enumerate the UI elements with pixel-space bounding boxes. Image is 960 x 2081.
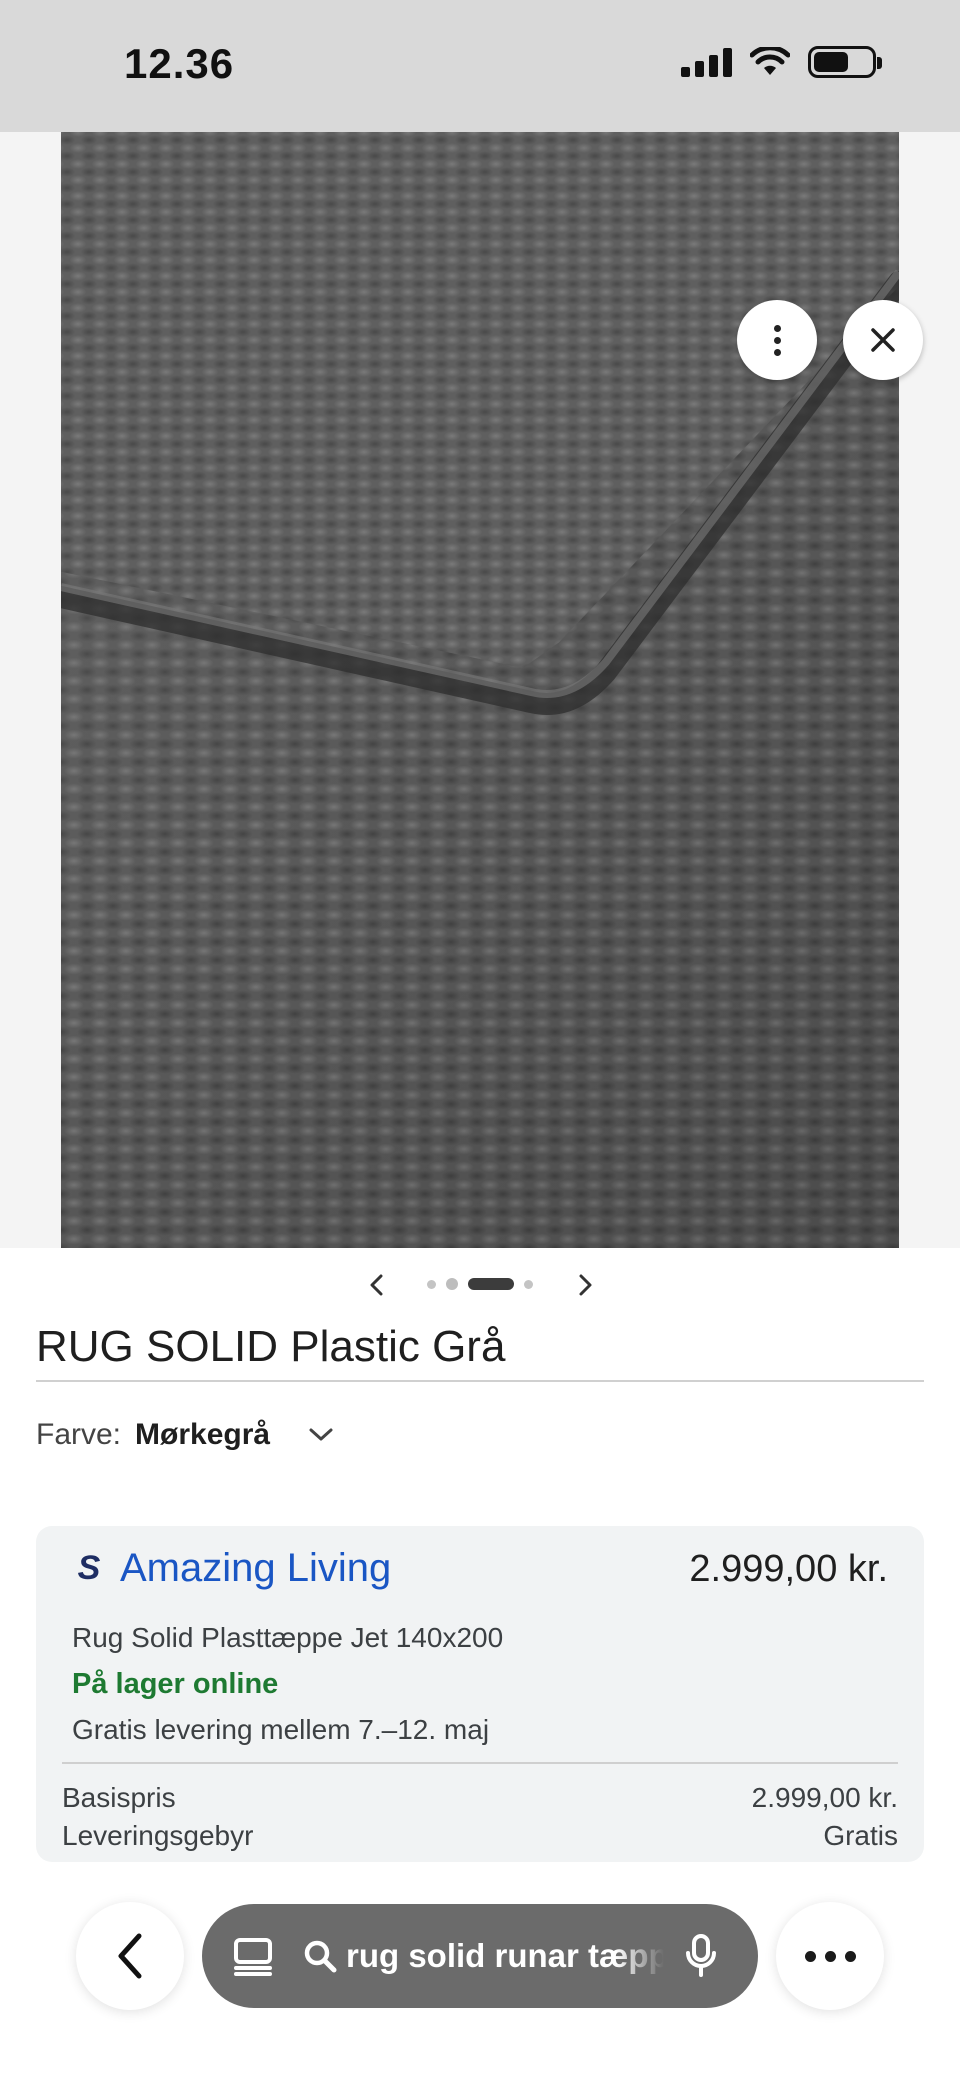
offer-product-name: Rug Solid Plasttæppe Jet 140x200	[72, 1622, 504, 1653]
seller-name-link[interactable]: Amazing Living	[120, 1546, 391, 1591]
divider	[62, 1762, 898, 1764]
address-search-bar[interactable]: rug solid runar tæppe	[202, 1904, 758, 2008]
seller-logo: S	[77, 1549, 101, 1587]
color-value: Mørkegrå	[135, 1418, 271, 1451]
divider	[36, 1380, 924, 1382]
wifi-icon	[750, 47, 790, 75]
status-time: 12.36	[124, 40, 235, 87]
carousel-dot-active[interactable]	[468, 1278, 514, 1290]
back-button[interactable]	[76, 1902, 184, 2010]
stock-status: På lager online	[72, 1668, 279, 1700]
chevron-right-icon	[579, 1274, 592, 1296]
image-viewer	[0, 132, 960, 1248]
more-vert-icon	[773, 324, 781, 356]
offer-card[interactable]: S Amazing Living 2.999,00 kr. Rug Solid …	[36, 1526, 924, 1862]
carousel-dot[interactable]	[427, 1279, 436, 1289]
product-title: RUG SOLID Plastic Grå	[36, 1322, 506, 1371]
more-menu-button[interactable]	[776, 1902, 884, 2010]
chevron-down-icon	[306, 1420, 336, 1450]
color-selector[interactable]: Farve: Mørkegrå	[36, 1418, 336, 1452]
shipping-label: Leveringsgebyr	[62, 1820, 254, 1851]
carousel-dot[interactable]	[446, 1278, 458, 1290]
search-query-text[interactable]: rug solid runar tæppe	[346, 1937, 664, 1975]
base-price-row: Basispris 2.999,00 kr.	[62, 1782, 898, 1814]
seller-row[interactable]: S Amazing Living	[72, 1546, 392, 1591]
offer-price: 2.999,00 kr.	[689, 1548, 888, 1590]
more-horiz-icon	[804, 1950, 856, 1962]
carousel-dot[interactable]	[524, 1279, 533, 1289]
search-icon	[302, 1938, 338, 1974]
delivery-info: Gratis levering mellem 7.–12. maj	[72, 1714, 490, 1745]
battery-icon	[808, 46, 882, 78]
shipping-row: Leveringsgebyr Gratis	[62, 1820, 898, 1852]
carousel-prev-button[interactable]	[362, 1270, 392, 1300]
signal-icon	[681, 47, 732, 77]
close-icon	[871, 328, 895, 352]
base-price-value: 2.999,00 kr.	[751, 1782, 898, 1813]
chevron-left-icon	[370, 1274, 383, 1296]
reader-mode-icon[interactable]	[232, 1935, 274, 1977]
browser-toolbar: rug solid runar tæppe	[0, 1862, 960, 2081]
image-carousel	[0, 1262, 960, 1306]
microphone-icon[interactable]	[684, 1933, 718, 1979]
carousel-dots	[427, 1278, 533, 1290]
more-options-button[interactable]	[737, 300, 817, 380]
carousel-next-button[interactable]	[570, 1270, 600, 1300]
color-label: Farve:	[36, 1418, 122, 1451]
chevron-left-icon	[118, 1933, 142, 1979]
status-bar: 12.36	[0, 0, 960, 132]
shipping-value: Gratis	[823, 1820, 898, 1851]
base-price-label: Basispris	[62, 1782, 176, 1813]
status-icons	[681, 46, 882, 78]
close-button[interactable]	[843, 300, 923, 380]
